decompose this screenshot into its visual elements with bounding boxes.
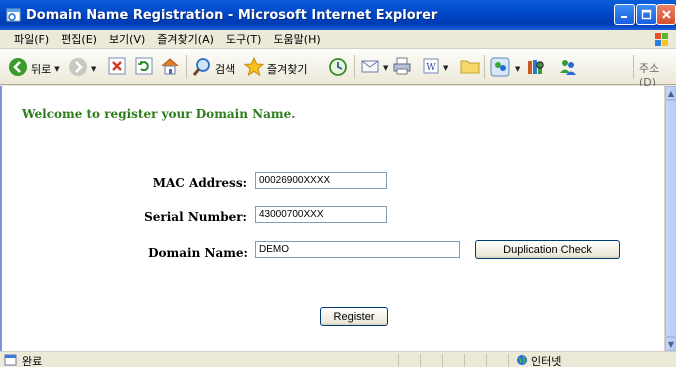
- folder-button[interactable]: [460, 57, 480, 78]
- stop-icon: [108, 57, 126, 78]
- ie-page-icon: [6, 7, 22, 23]
- menu-edit[interactable]: 편집(E): [61, 31, 97, 47]
- refresh-icon: [135, 57, 153, 78]
- page-content: Welcome to register your Domain Name. MA…: [0, 86, 664, 351]
- menu-help[interactable]: 도움말(H): [273, 31, 320, 47]
- research-books-icon: [526, 57, 546, 80]
- history-button[interactable]: [328, 57, 348, 80]
- scroll-up-button[interactable]: ▲: [665, 86, 676, 100]
- favorites-label: 즐겨찾기: [267, 62, 308, 76]
- refresh-button[interactable]: [135, 57, 153, 78]
- title-bar[interactable]: Domain Name Registration - Microsoft Int…: [0, 0, 676, 30]
- serial-number-input[interactable]: [255, 206, 387, 223]
- windows-logo-icon: [650, 31, 672, 48]
- chevron-down-icon[interactable]: ▼: [383, 64, 388, 72]
- history-icon: [328, 57, 348, 80]
- scroll-down-button[interactable]: ▼: [665, 337, 676, 351]
- home-button[interactable]: [160, 57, 180, 78]
- back-button[interactable]: 뒤로 ▼: [8, 57, 60, 80]
- welcome-heading: Welcome to register your Domain Name.: [22, 107, 296, 121]
- menu-favorites[interactable]: 즐겨찾기(A): [157, 31, 214, 47]
- messenger-button[interactable]: ▼: [490, 57, 520, 80]
- serial-number-label: Serial Number:: [144, 210, 247, 224]
- chevron-down-icon[interactable]: ▼: [54, 65, 59, 73]
- messenger-icon: [490, 57, 512, 80]
- vertical-scrollbar[interactable]: ▲ ▼: [664, 86, 676, 351]
- status-text: 완료: [22, 355, 43, 367]
- internet-zone-icon: [516, 354, 528, 367]
- maximize-button[interactable]: [636, 4, 657, 25]
- window-title: Domain Name Registration - Microsoft Int…: [26, 7, 438, 23]
- people-icon: [558, 57, 578, 80]
- toolbar: 뒤로 ▼ ▼ 검색 즐겨찾기 ▼ W ▼ ▼ 주소(D): [0, 49, 676, 89]
- mac-address-label: MAC Address:: [152, 176, 247, 190]
- messenger-people-button[interactable]: [558, 57, 578, 80]
- forward-button[interactable]: ▼: [68, 57, 96, 80]
- mail-icon: [360, 57, 380, 78]
- back-arrow-icon: [8, 57, 28, 80]
- favorites-star-icon: [243, 56, 265, 80]
- scroll-thumb[interactable]: [665, 100, 676, 337]
- research-button[interactable]: [526, 57, 546, 80]
- mac-address-input[interactable]: [255, 172, 387, 189]
- mail-button[interactable]: ▼: [360, 57, 388, 78]
- page-done-icon: [4, 353, 18, 367]
- search-button[interactable]: 검색: [192, 57, 235, 80]
- domain-name-input[interactable]: [255, 241, 460, 258]
- home-icon: [160, 57, 180, 78]
- close-button[interactable]: [656, 4, 676, 25]
- chevron-down-icon[interactable]: ▼: [443, 64, 448, 72]
- address-label: 주소(D): [639, 62, 660, 89]
- search-label: 검색: [215, 62, 236, 76]
- edit-button[interactable]: W ▼: [422, 57, 448, 78]
- svg-text:W: W: [426, 63, 436, 73]
- menu-file[interactable]: 파일(F): [14, 31, 49, 47]
- stop-button[interactable]: [108, 57, 126, 78]
- chevron-down-icon[interactable]: ▼: [91, 65, 96, 73]
- folder-icon: [460, 57, 480, 78]
- domain-name-label: Domain Name:: [148, 246, 248, 260]
- menu-view[interactable]: 보기(V): [109, 31, 145, 47]
- word-icon: W: [422, 57, 440, 78]
- duplication-check-button[interactable]: Duplication Check: [475, 240, 620, 259]
- print-icon: [392, 57, 412, 78]
- chevron-down-icon[interactable]: ▼: [515, 65, 520, 73]
- back-label: 뒤로: [31, 62, 52, 76]
- status-bar: 완료 인터넷: [0, 351, 676, 367]
- zone-text: 인터넷: [531, 355, 562, 367]
- favorites-button[interactable]: 즐겨찾기: [243, 56, 308, 80]
- minimize-button[interactable]: [614, 4, 635, 25]
- menu-tools[interactable]: 도구(T): [226, 31, 262, 47]
- register-button[interactable]: Register: [320, 307, 388, 326]
- forward-arrow-icon: [68, 57, 88, 80]
- menu-bar: 파일(F) 편집(E) 보기(V) 즐겨찾기(A) 도구(T) 도움말(H): [0, 30, 676, 49]
- print-button[interactable]: [392, 57, 412, 78]
- search-icon: [192, 57, 212, 80]
